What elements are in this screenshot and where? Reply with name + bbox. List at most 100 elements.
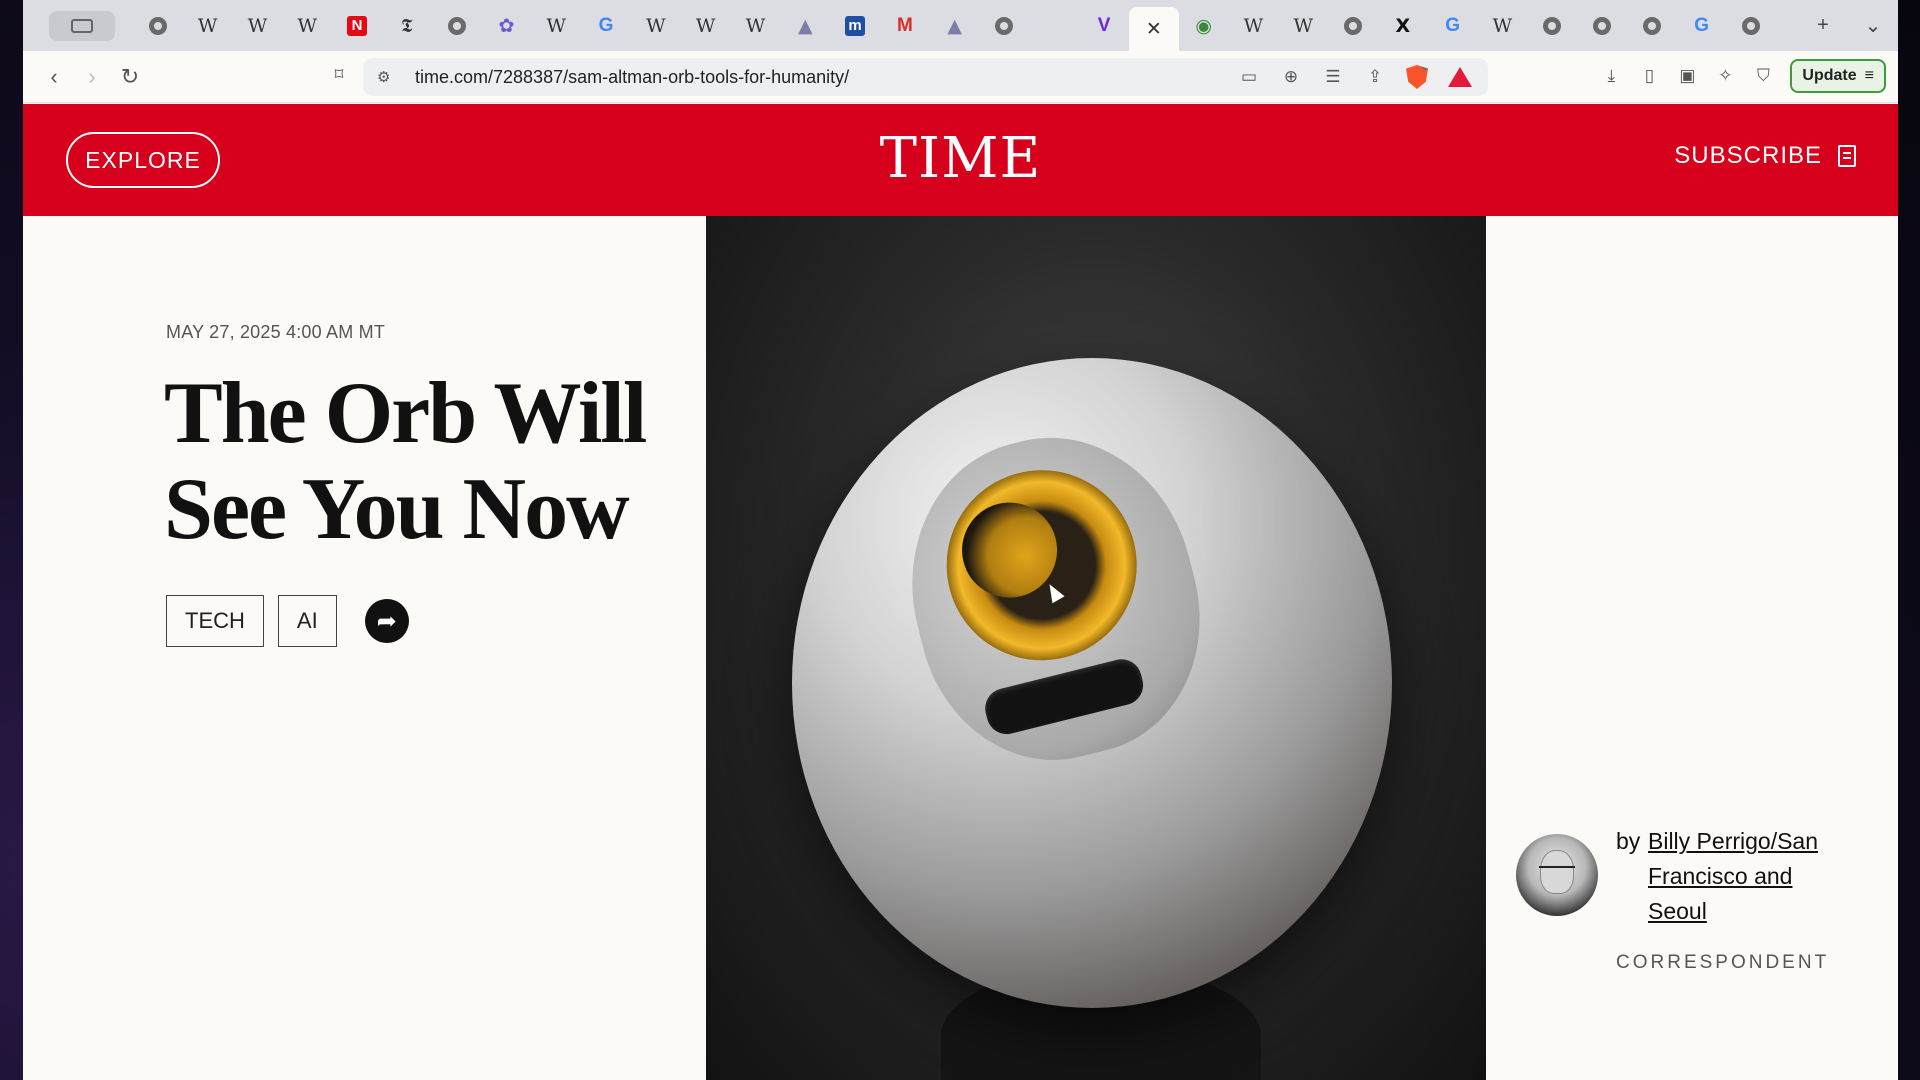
author-avatar[interactable]	[1516, 834, 1598, 916]
shield-count-badge: 20	[1420, 65, 1428, 70]
forward-icon[interactable]: ›	[73, 64, 111, 90]
nyt-icon: 𝕿	[401, 14, 413, 37]
url-text[interactable]: time.com/7288387/sam-altman-orb-tools-fo…	[415, 67, 849, 88]
tab-8[interactable]: W	[531, 6, 581, 46]
headline-line-2: See You Now	[164, 461, 630, 558]
tab-17[interactable]	[980, 6, 1030, 46]
author-name-line-1[interactable]: Billy Perrigo/San	[1616, 824, 1846, 859]
tab-4[interactable]: N	[332, 6, 382, 46]
tab-26[interactable]: G	[1428, 6, 1478, 46]
google-icon: G	[1694, 14, 1709, 36]
tag-tech[interactable]: TECH	[166, 595, 264, 647]
v-app-icon: V	[1097, 14, 1111, 36]
brave-shield-icon[interactable]: 20	[1406, 65, 1428, 89]
tab-21[interactable]: ◉	[1179, 6, 1229, 46]
address-toolbar: ‹ › ↻ ⌑ ⚙ time.com/7288387/sam-altman-or…	[23, 51, 1898, 103]
tab-16[interactable]: ▲	[930, 6, 980, 46]
update-button[interactable]: Update ≡	[1790, 59, 1886, 93]
tab-menu-icon[interactable]: ⌄	[1848, 13, 1898, 38]
tab-20[interactable]: ✕	[1128, 7, 1179, 51]
new-tab-button[interactable]: +	[1798, 14, 1848, 37]
tab-31[interactable]: G	[1677, 6, 1727, 46]
tab-14[interactable]: m	[830, 6, 880, 46]
subscribe-link[interactable]: SUBSCRIBE	[1674, 142, 1856, 170]
orb-device	[792, 358, 1392, 1008]
wikipedia-icon: W	[247, 14, 268, 37]
cast-icon[interactable]: ▭	[1238, 66, 1260, 88]
address-bar[interactable]: ⚙ time.com/7288387/sam-altman-orb-tools-…	[363, 58, 1488, 96]
tab-5[interactable]: 𝕿	[382, 6, 432, 46]
byline-prefix: by	[1616, 828, 1641, 854]
triangle-app-icon: ▲	[797, 14, 813, 37]
author-name-line-2[interactable]: Francisco and	[1616, 859, 1846, 894]
x-icon: X	[1395, 14, 1411, 37]
google-icon: G	[1445, 14, 1460, 36]
tab-15[interactable]: M	[880, 6, 930, 46]
tab-22[interactable]: W	[1229, 6, 1279, 46]
magazine-icon	[1838, 145, 1856, 167]
tab-13[interactable]: ▲	[780, 6, 830, 46]
wikipedia-icon: W	[297, 14, 318, 37]
netflix-icon: N	[347, 15, 368, 36]
update-label: Update	[1802, 67, 1857, 84]
tab-12[interactable]: W	[731, 6, 781, 46]
wikipedia-icon: W	[197, 14, 218, 37]
tab-25[interactable]: X	[1378, 6, 1428, 46]
wallet-icon[interactable]: ▣	[1676, 65, 1698, 87]
tab-27[interactable]: W	[1478, 6, 1528, 46]
tab-32[interactable]	[1727, 6, 1777, 46]
sidebar-icon[interactable]: ▯	[1638, 65, 1660, 87]
tab-29[interactable]	[1577, 6, 1627, 46]
colorful-app-icon: ✿	[498, 14, 515, 37]
globe-icon	[995, 16, 1014, 35]
tab-30[interactable]	[1627, 6, 1677, 46]
wikipedia-icon: W	[1243, 14, 1264, 37]
triangle-app-icon: ▲	[947, 14, 962, 37]
tab-7[interactable]: ✿	[482, 6, 532, 46]
close-icon: ✕	[1145, 18, 1162, 40]
globe-icon	[1642, 16, 1661, 35]
site-header: EXPLORE TIME SUBSCRIBE	[23, 104, 1898, 216]
reload-icon[interactable]: ↻	[111, 64, 149, 90]
tab-1[interactable]: W	[183, 6, 233, 46]
tab-list: W W W N 𝕿 ✿ W G W W W ▲ m M ▲ V ✕ ◉ W W X G W G	[133, 0, 1776, 51]
share-icon[interactable]: ➦	[364, 599, 409, 643]
tab-28[interactable]	[1527, 6, 1577, 46]
tab-24[interactable]	[1328, 6, 1378, 46]
tab-18[interactable]	[1029, 6, 1079, 46]
tab-10[interactable]: W	[631, 6, 681, 46]
article-headline: The Orb Will See You Now	[164, 366, 684, 558]
brave-rewards-icon[interactable]	[1448, 67, 1472, 87]
tab-2[interactable]: W	[233, 6, 283, 46]
tag-ai[interactable]: AI	[277, 595, 337, 647]
tab-3[interactable]: W	[282, 6, 332, 46]
article-dateline: MAY 27, 2025 4:00 AM MT	[166, 322, 386, 342]
share-page-icon[interactable]: ⇪	[1364, 66, 1386, 88]
wikipedia-icon: W	[745, 14, 766, 37]
author-glasses	[1539, 866, 1575, 876]
vpn-icon[interactable]: ⛉	[1752, 65, 1774, 87]
tab-6[interactable]	[432, 6, 482, 46]
wikipedia-icon: W	[695, 14, 716, 37]
tab-9[interactable]: G	[581, 6, 631, 46]
site-settings-icon[interactable]: ⚙	[377, 68, 399, 86]
tab-19[interactable]: V	[1079, 6, 1129, 46]
article-tags: TECH AI ➦	[166, 595, 409, 647]
download-icon[interactable]: ⤓	[1600, 65, 1622, 87]
back-icon[interactable]: ‹	[35, 64, 73, 90]
tab-0[interactable]	[133, 6, 183, 46]
zoom-icon[interactable]: ⊕	[1280, 66, 1302, 88]
menu-icon: ≡	[1864, 67, 1874, 84]
tab-11[interactable]: W	[681, 6, 731, 46]
google-icon: G	[598, 14, 614, 36]
leo-ai-icon[interactable]: ✧	[1714, 65, 1736, 87]
globe-icon	[1742, 16, 1761, 35]
reader-mode-icon[interactable]: ☰	[1322, 66, 1344, 88]
tab-23[interactable]: W	[1278, 6, 1328, 46]
tab-strip: W W W N 𝕿 ✿ W G W W W ▲ m M ▲ V ✕ ◉ W W X G W G + ⌄	[23, 0, 1898, 51]
time-logo[interactable]: TIME	[23, 126, 1898, 191]
author-name-line-3[interactable]: Seoul	[1616, 894, 1846, 929]
bookmark-icon[interactable]: ⌑	[328, 64, 350, 86]
tab-overview-button[interactable]	[49, 10, 115, 41]
gmail-icon: M	[896, 14, 913, 36]
